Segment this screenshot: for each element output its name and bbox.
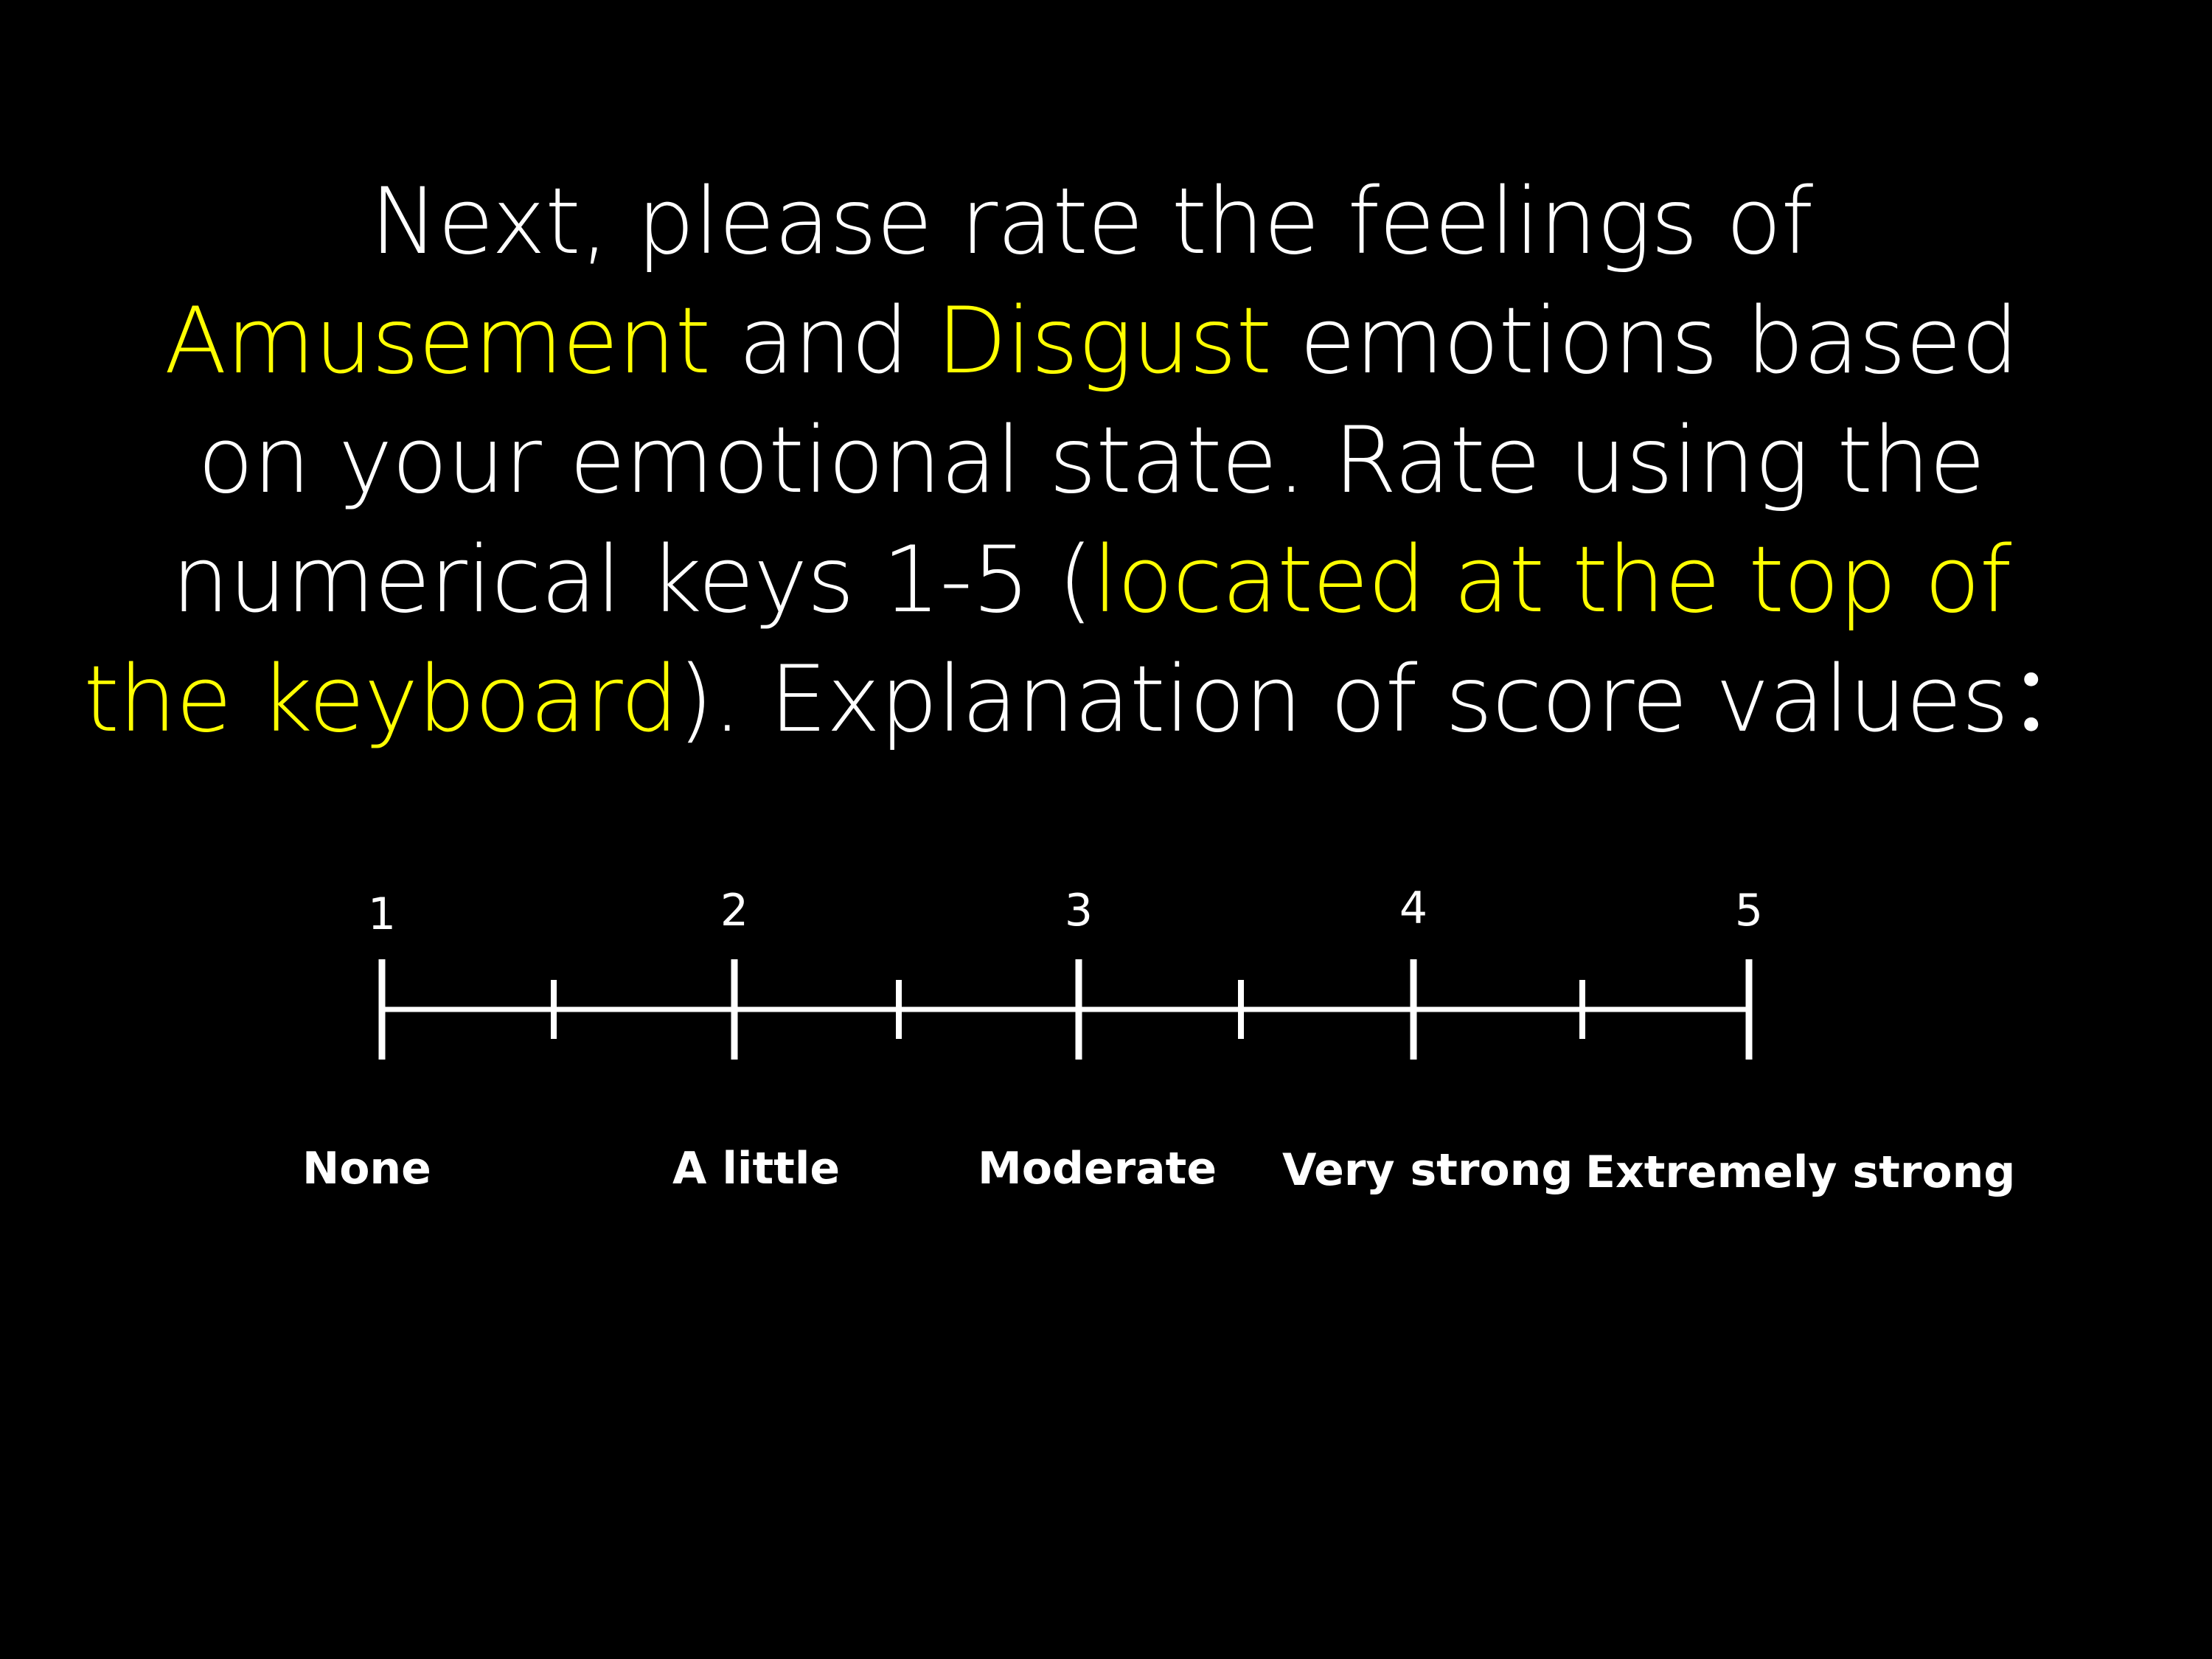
- scale-label: Very strong: [1282, 1144, 1573, 1196]
- scale-number-3: 3: [1064, 885, 1093, 936]
- scale-label: Extremely strong: [1585, 1147, 2016, 1198]
- scale-label: None: [302, 1143, 431, 1194]
- scale-number-2: 2: [720, 885, 749, 936]
- scale-label: Moderate: [978, 1143, 1217, 1194]
- scale-label: A little: [672, 1143, 841, 1194]
- scale-number-1: 1: [367, 888, 397, 940]
- rating-scale: [378, 959, 1753, 1060]
- scale-number-4: 4: [1399, 883, 1428, 934]
- scale-number-5: 5: [1734, 885, 1764, 936]
- instruction-slide: Next, please rate the feelings of Amuseme…: [0, 0, 2212, 1659]
